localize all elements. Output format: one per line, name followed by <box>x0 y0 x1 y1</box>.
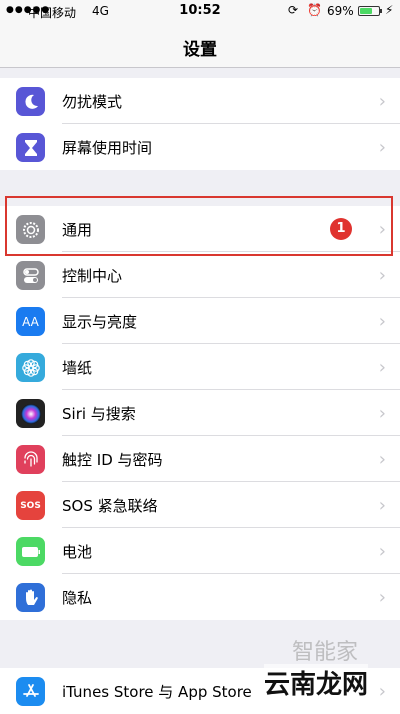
row-label: 通用 <box>62 221 93 239</box>
chevron-right-icon: › <box>378 137 386 158</box>
rotation-lock-icon: ⟳ <box>288 3 299 17</box>
battery-icon <box>358 6 382 16</box>
chevron-right-icon: › <box>378 403 386 424</box>
row-emergency-sos[interactable]: SOS SOS 紧急联络 › <box>0 482 400 528</box>
chevron-right-icon: › <box>378 495 386 516</box>
battery-fill <box>360 8 372 14</box>
chevron-right-icon: › <box>378 449 386 470</box>
hourglass-icon <box>16 133 45 162</box>
text-size-icon: AA <box>16 307 45 336</box>
sos-icon: SOS <box>16 491 45 520</box>
chevron-right-icon: › <box>378 541 386 562</box>
row-display-brightness[interactable]: AA 显示与亮度 › <box>0 298 400 344</box>
page-title: 设置 <box>183 40 217 60</box>
notification-badge: 1 <box>330 218 352 240</box>
row-screen-time[interactable]: 屏幕使用时间 › <box>0 124 400 170</box>
chevron-right-icon: › <box>378 681 386 702</box>
alarm-icon: ⏰ <box>307 3 322 17</box>
settings-group-general: 通用 1 › 控制中心 › AA 显示与亮度 › 墙纸 › Siri 与搜索 › <box>0 206 400 620</box>
chevron-right-icon: › <box>378 357 386 378</box>
row-label: 墙纸 <box>62 359 93 377</box>
settings-group-focus: 勿扰模式 › 屏幕使用时间 › <box>0 78 400 170</box>
row-do-not-disturb[interactable]: 勿扰模式 › <box>0 78 400 124</box>
row-siri-search[interactable]: Siri 与搜索 › <box>0 390 400 436</box>
row-label: 勿扰模式 <box>62 93 123 111</box>
row-control-center[interactable]: 控制中心 › <box>0 252 400 298</box>
row-label: 隐私 <box>62 589 93 607</box>
moon-icon <box>16 87 45 116</box>
status-bar: ●●●●● 中国移动 4G 10:52 ⟳ ⏰ 69% ⚡ <box>0 0 400 24</box>
row-label: 屏幕使用时间 <box>62 139 153 157</box>
row-label: SOS 紧急联络 <box>62 497 158 515</box>
row-label: 控制中心 <box>62 267 123 285</box>
battery-icon <box>16 537 45 566</box>
hand-icon <box>16 583 45 612</box>
gear-icon <box>16 215 45 244</box>
row-label: 触控 ID 与密码 <box>62 451 163 469</box>
siri-icon <box>16 399 45 428</box>
row-battery[interactable]: 电池 › <box>0 528 400 574</box>
navigation-bar: 设置 <box>0 24 400 68</box>
charging-icon: ⚡ <box>385 3 394 17</box>
watermark-logo-text: 云南龙网 <box>264 664 369 701</box>
row-label: Siri 与搜索 <box>62 405 136 423</box>
chevron-right-icon: › <box>378 265 386 286</box>
row-label: 显示与亮度 <box>62 313 138 331</box>
battery-percent: 69% <box>327 4 354 18</box>
chevron-right-icon: › <box>378 587 386 608</box>
app-store-icon <box>16 677 45 706</box>
flower-icon <box>16 353 45 382</box>
fingerprint-icon <box>16 445 45 474</box>
row-touch-id-passcode[interactable]: 触控 ID 与密码 › <box>0 436 400 482</box>
chevron-right-icon: › <box>378 219 386 240</box>
row-label: iTunes Store 与 App Store <box>62 683 252 701</box>
row-label: 电池 <box>62 543 93 561</box>
toggles-icon <box>16 261 45 290</box>
chevron-right-icon: › <box>378 311 386 332</box>
row-privacy[interactable]: 隐私 › <box>0 574 400 620</box>
chevron-right-icon: › <box>378 91 386 112</box>
row-wallpaper[interactable]: 墙纸 › <box>0 344 400 390</box>
watermark-text: 智能家 <box>292 640 359 665</box>
row-general[interactable]: 通用 1 › <box>0 206 400 252</box>
